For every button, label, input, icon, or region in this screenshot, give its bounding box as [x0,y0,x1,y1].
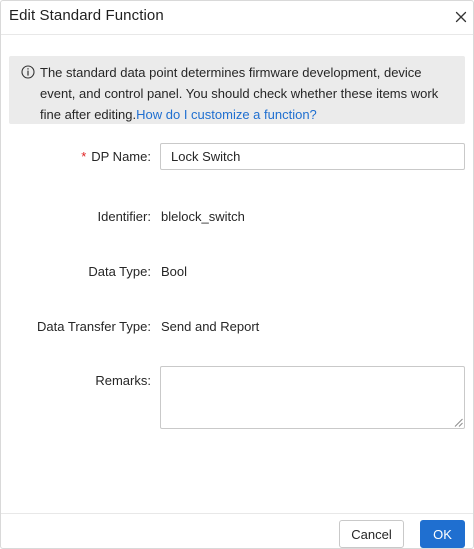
notice-banner: The standard data point determines firmw… [9,56,465,124]
required-mark: * [81,149,87,164]
label-colon: : [147,373,151,388]
info-circle-icon [21,65,35,79]
close-icon [455,11,467,23]
edit-standard-function-dialog: Edit Standard Function The standard data… [0,0,474,549]
cancel-button[interactable]: Cancel [339,520,404,548]
data-type-label-text: Data Type [88,264,148,279]
dp-name-label: * DP Name: [81,149,151,164]
resize-grip-icon[interactable] [454,418,463,427]
label-colon: : [147,264,151,279]
identifier-value: blelock_switch [161,209,245,224]
data-type-label: Data Type: [88,264,151,279]
remarks-label-text: Remarks [95,373,148,388]
data-type-value: Bool [161,264,188,279]
data-transfer-type-label: Data Transfer Type: [37,319,151,334]
remarks-label: Remarks: [95,373,151,388]
dp-name-input[interactable] [160,143,465,170]
label-colon: : [147,149,151,164]
dialog-header: Edit Standard Function [1,1,473,35]
identifier-label-text: Identifier [97,209,148,224]
ok-button[interactable]: OK [420,520,465,548]
dialog-title: Edit Standard Function [9,7,164,24]
label-colon: : [147,209,151,224]
identifier-label: Identifier: [98,209,152,224]
data-transfer-type-label-text: Data Transfer Type [37,319,148,334]
close-button[interactable] [453,9,469,25]
label-colon: : [147,319,151,334]
notice-text: The standard data point determines firmw… [40,62,458,125]
remarks-textarea[interactable] [160,366,465,429]
customize-function-link[interactable]: How do I customize a function? [136,107,317,122]
data-transfer-type-value: Send and Report [161,319,260,334]
dp-name-label-text: DP Name [91,149,148,164]
